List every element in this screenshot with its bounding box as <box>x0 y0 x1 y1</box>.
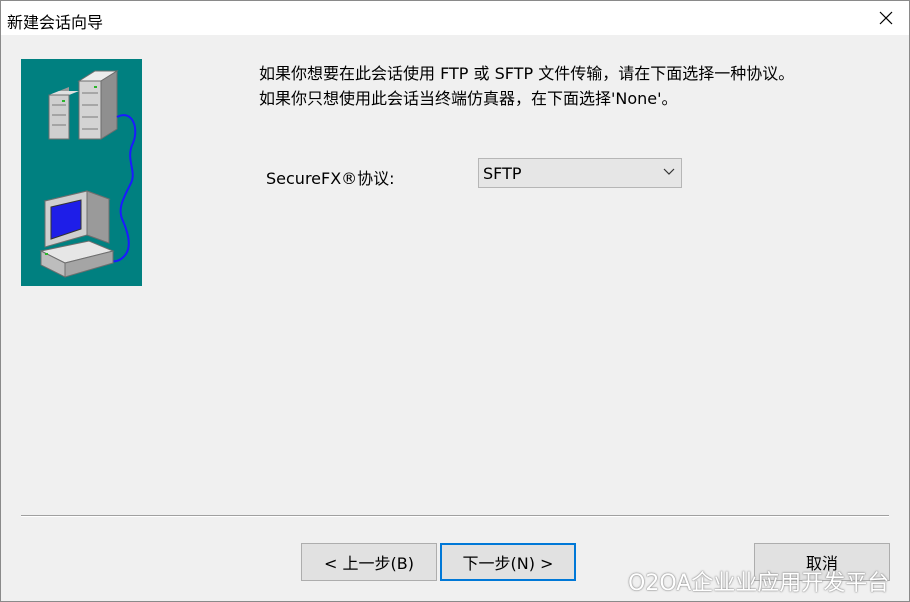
instruction-line-2: 如果你只想使用此会话当终端仿真器，在下面选择'None'。 <box>259 89 678 108</box>
back-button[interactable]: < 上一步(B) <box>301 543 437 581</box>
close-button[interactable] <box>863 1 909 35</box>
close-icon <box>879 11 893 25</box>
chevron-down-icon <box>663 168 675 175</box>
instruction-text: 如果你想要在此会话使用 FTP 或 SFTP 文件传输，请在下面选择一种协议。 … <box>259 61 794 111</box>
protocol-select-value: SFTP <box>483 164 522 183</box>
separator <box>21 515 889 517</box>
protocol-label: SecureFX®协议: <box>266 169 395 188</box>
protocol-select[interactable]: SFTP <box>478 158 682 188</box>
instruction-line-1: 如果你想要在此会话使用 FTP 或 SFTP 文件传输，请在下面选择一种协议。 <box>259 64 795 83</box>
title-bar[interactable]: 新建会话向导 <box>1 1 909 35</box>
watermark-text: O2OA企业业应用开发平台 <box>628 571 890 596</box>
server-computer-illustration <box>21 59 142 286</box>
wizard-dialog: 新建会话向导 如果你想要在此会话使用 FTP 或 SFTP 文件传输，请在下面选… <box>0 0 910 602</box>
next-button[interactable]: 下一步(N) > <box>440 543 576 581</box>
window-title: 新建会话向导 <box>7 13 104 32</box>
